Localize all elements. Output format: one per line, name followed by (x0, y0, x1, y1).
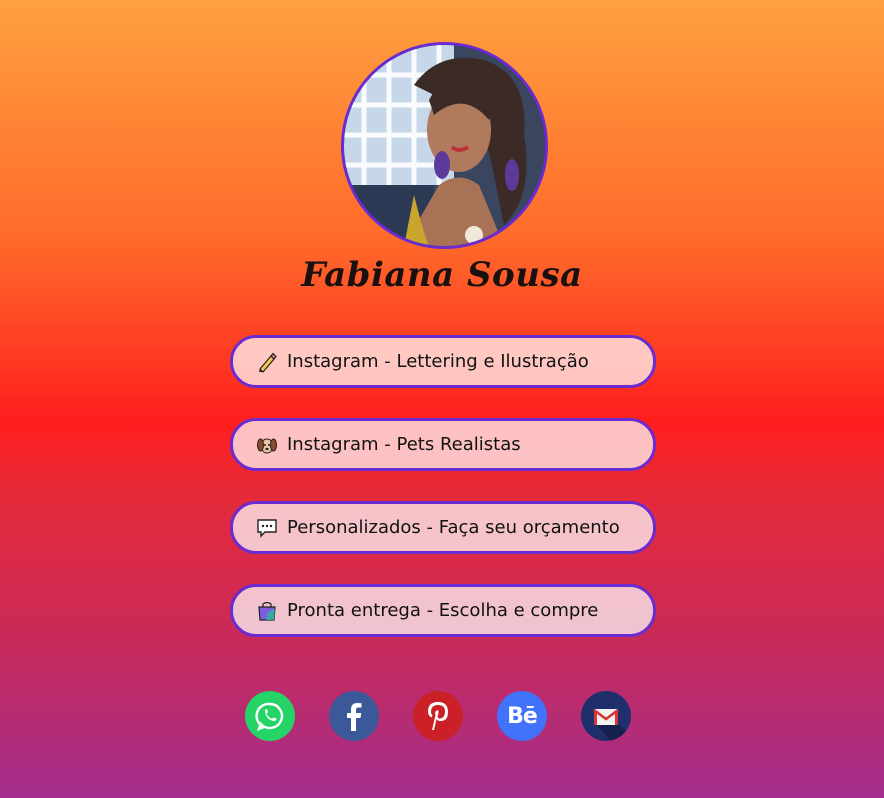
profile-name: Fabiana Sousa (301, 255, 583, 295)
whatsapp-button[interactable] (245, 691, 295, 741)
shopping-bag-icon (256, 600, 278, 622)
behance-button[interactable]: Bē (497, 691, 547, 741)
email-button[interactable] (581, 691, 631, 741)
pencil-icon (256, 351, 278, 373)
facebook-icon (347, 703, 362, 731)
email-icon (593, 708, 631, 741)
link-label: Personalizados - Faça seu orçamento (287, 517, 620, 538)
link-instagram-lettering[interactable]: Instagram - Lettering e Ilustração (230, 335, 656, 388)
dog-icon (256, 434, 278, 456)
link-label: Instagram - Pets Realistas (287, 434, 521, 455)
profile-photo (344, 45, 545, 246)
link-pronta-entrega[interactable]: Pronta entrega - Escolha e compre (230, 584, 656, 637)
link-label: Instagram - Lettering e Ilustração (287, 351, 589, 372)
pinterest-button[interactable] (413, 691, 463, 741)
link-instagram-pets[interactable]: Instagram - Pets Realistas (230, 418, 656, 471)
link-label: Pronta entrega - Escolha e compre (287, 600, 599, 621)
pinterest-icon (428, 702, 448, 730)
profile-avatar (341, 42, 548, 249)
link-personalizados[interactable]: Personalizados - Faça seu orçamento (230, 501, 656, 554)
speech-bubble-icon (256, 517, 278, 539)
facebook-button[interactable] (329, 691, 379, 741)
behance-icon: Bē (507, 703, 538, 729)
whatsapp-icon (255, 702, 284, 732)
